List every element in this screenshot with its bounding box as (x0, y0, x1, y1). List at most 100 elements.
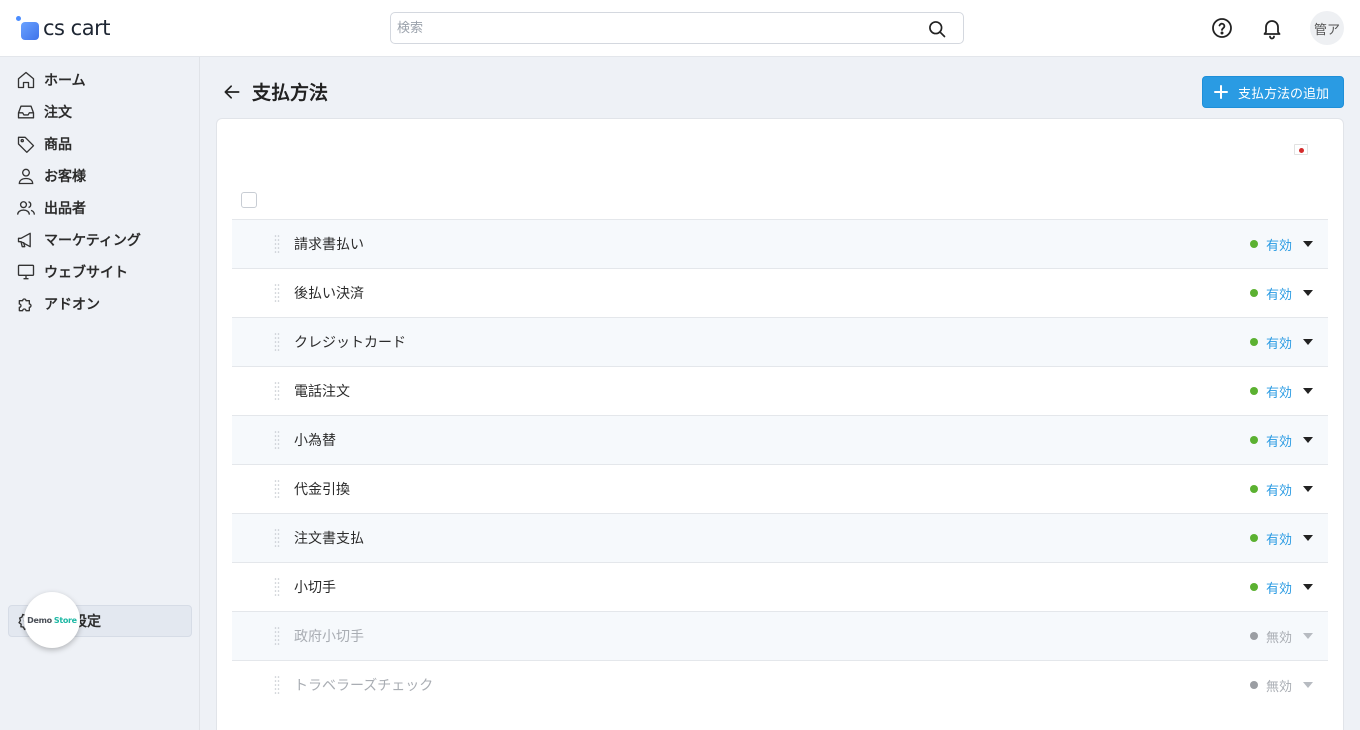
caret-down-icon[interactable] (1303, 633, 1313, 639)
status-dot (1250, 240, 1258, 248)
top-bar: cs cart 管ア (0, 0, 1360, 57)
sidebar-item-label: アドオン (44, 297, 100, 313)
caret-down-icon[interactable] (1303, 584, 1313, 590)
payment-method-name[interactable]: 請求書払い (294, 234, 364, 254)
sidebar-item-label: 出品者 (44, 201, 86, 217)
caret-down-icon[interactable] (1303, 535, 1313, 541)
tag-icon (17, 136, 35, 153)
payment-method-name[interactable]: トラベラーズチェック (294, 675, 433, 695)
sidebar-item-orders[interactable]: 注文 (8, 96, 192, 128)
sidebar-item-products[interactable]: 商品 (8, 128, 192, 160)
sidebar-item-label: お客様 (44, 169, 86, 185)
help-icon[interactable] (1210, 16, 1234, 40)
payment-method-row[interactable]: トラベラーズチェック 無効 (232, 660, 1328, 709)
japan-flag-icon[interactable] (1294, 144, 1308, 155)
payment-method-name[interactable]: 後払い決済 (294, 283, 364, 303)
drag-handle-icon[interactable] (274, 479, 280, 499)
sidebar-item-label: ウェブサイト (44, 265, 128, 281)
status-dot (1250, 534, 1258, 542)
bell-icon[interactable] (1260, 16, 1284, 40)
sidebar-item-addons[interactable]: アドオン (8, 288, 192, 320)
payment-method-name[interactable]: 電話注文 (294, 381, 350, 401)
status-dot (1250, 632, 1258, 640)
drag-handle-icon[interactable] (274, 332, 280, 352)
payment-method-name[interactable]: 注文書支払 (294, 528, 364, 548)
status-dot (1250, 485, 1258, 493)
status-dot (1250, 583, 1258, 591)
page-title: 支払方法 (252, 82, 329, 104)
payment-method-name[interactable]: 代金引換 (294, 479, 350, 499)
drag-handle-icon[interactable] (274, 675, 280, 695)
status-toggle[interactable]: 無効 (1266, 676, 1292, 695)
user-avatar[interactable]: 管ア (1310, 11, 1344, 45)
status-toggle[interactable]: 有効 (1266, 333, 1292, 352)
status-dot (1250, 681, 1258, 689)
payment-method-name[interactable]: 小為替 (294, 430, 336, 450)
search-input[interactable] (397, 13, 917, 43)
sidebar-item-home[interactable]: ホーム (8, 64, 192, 96)
add-payment-method-button[interactable]: 支払方法の追加 (1202, 76, 1344, 108)
cs-cart-logo[interactable]: cs cart (16, 15, 110, 41)
status-toggle[interactable]: 有効 (1266, 578, 1292, 597)
sidebar-item-website[interactable]: ウェブサイト (8, 256, 192, 288)
users-icon (17, 201, 35, 215)
payment-method-row[interactable]: クレジットカード 有効 (232, 317, 1328, 366)
payment-method-row[interactable]: 電話注文 有効 (232, 366, 1328, 415)
logo-text: cs cart (43, 16, 110, 40)
drag-handle-icon[interactable] (274, 626, 280, 646)
payment-method-row[interactable]: 代金引換 有効 (232, 464, 1328, 513)
caret-down-icon[interactable] (1303, 388, 1313, 394)
monitor-icon (17, 264, 35, 280)
plus-icon (1214, 85, 1228, 99)
inbox-icon (17, 105, 35, 119)
store-badge-part1: Demo (27, 615, 52, 625)
payment-method-name[interactable]: 政府小切手 (294, 626, 364, 646)
payment-method-row[interactable]: 後払い決済 有効 (232, 268, 1328, 317)
drag-handle-icon[interactable] (274, 234, 280, 254)
payment-method-name[interactable]: クレジットカード (294, 332, 406, 352)
payment-method-row[interactable]: 小為替 有効 (232, 415, 1328, 464)
puzzle-icon (18, 298, 32, 312)
payment-method-row[interactable]: 注文書支払 有効 (232, 513, 1328, 562)
status-toggle[interactable]: 有効 (1266, 480, 1292, 499)
status-toggle[interactable]: 有効 (1266, 235, 1292, 254)
search-box[interactable] (390, 12, 964, 44)
payment-method-row[interactable]: 請求書払い 有効 (232, 219, 1328, 268)
caret-down-icon[interactable] (1303, 437, 1313, 443)
status-toggle[interactable]: 有効 (1266, 529, 1292, 548)
drag-handle-icon[interactable] (274, 528, 280, 548)
caret-down-icon[interactable] (1303, 682, 1313, 688)
payment-method-name[interactable]: 小切手 (294, 577, 336, 597)
search-icon[interactable] (927, 19, 947, 39)
sidebar-item-label: マーケティング (44, 233, 141, 249)
sidebar-item-marketing[interactable]: マーケティング (8, 224, 192, 256)
status-toggle[interactable]: 有効 (1266, 284, 1292, 303)
caret-down-icon[interactable] (1303, 290, 1313, 296)
drag-handle-icon[interactable] (274, 577, 280, 597)
back-arrow-icon[interactable] (222, 82, 242, 102)
caret-down-icon[interactable] (1303, 339, 1313, 345)
status-dot (1250, 436, 1258, 444)
status-dot (1250, 338, 1258, 346)
demo-store-badge[interactable]: Demo Store (24, 592, 80, 648)
drag-handle-icon[interactable] (274, 283, 280, 303)
status-toggle[interactable]: 有効 (1266, 382, 1292, 401)
sidebar-item-customers[interactable]: お客様 (8, 160, 192, 192)
drag-handle-icon[interactable] (274, 381, 280, 401)
sidebar-item-label: 注文 (44, 105, 72, 121)
sidebar-item-vendors[interactable]: 出品者 (8, 192, 192, 224)
status-dot (1250, 387, 1258, 395)
status-toggle[interactable]: 無効 (1266, 627, 1292, 646)
user-icon (18, 168, 34, 185)
status-toggle[interactable]: 有効 (1266, 431, 1292, 450)
payment-method-row[interactable]: 小切手 有効 (232, 562, 1328, 611)
caret-down-icon[interactable] (1303, 241, 1313, 247)
store-badge-part2: Store (53, 615, 77, 625)
megaphone-icon (17, 232, 31, 248)
payment-method-row[interactable]: 政府小切手 無効 (232, 611, 1328, 660)
caret-down-icon[interactable] (1303, 486, 1313, 492)
logo-mark-icon (16, 16, 40, 40)
drag-handle-icon[interactable] (274, 430, 280, 450)
status-dot (1250, 289, 1258, 297)
select-all-checkbox[interactable] (241, 192, 257, 208)
